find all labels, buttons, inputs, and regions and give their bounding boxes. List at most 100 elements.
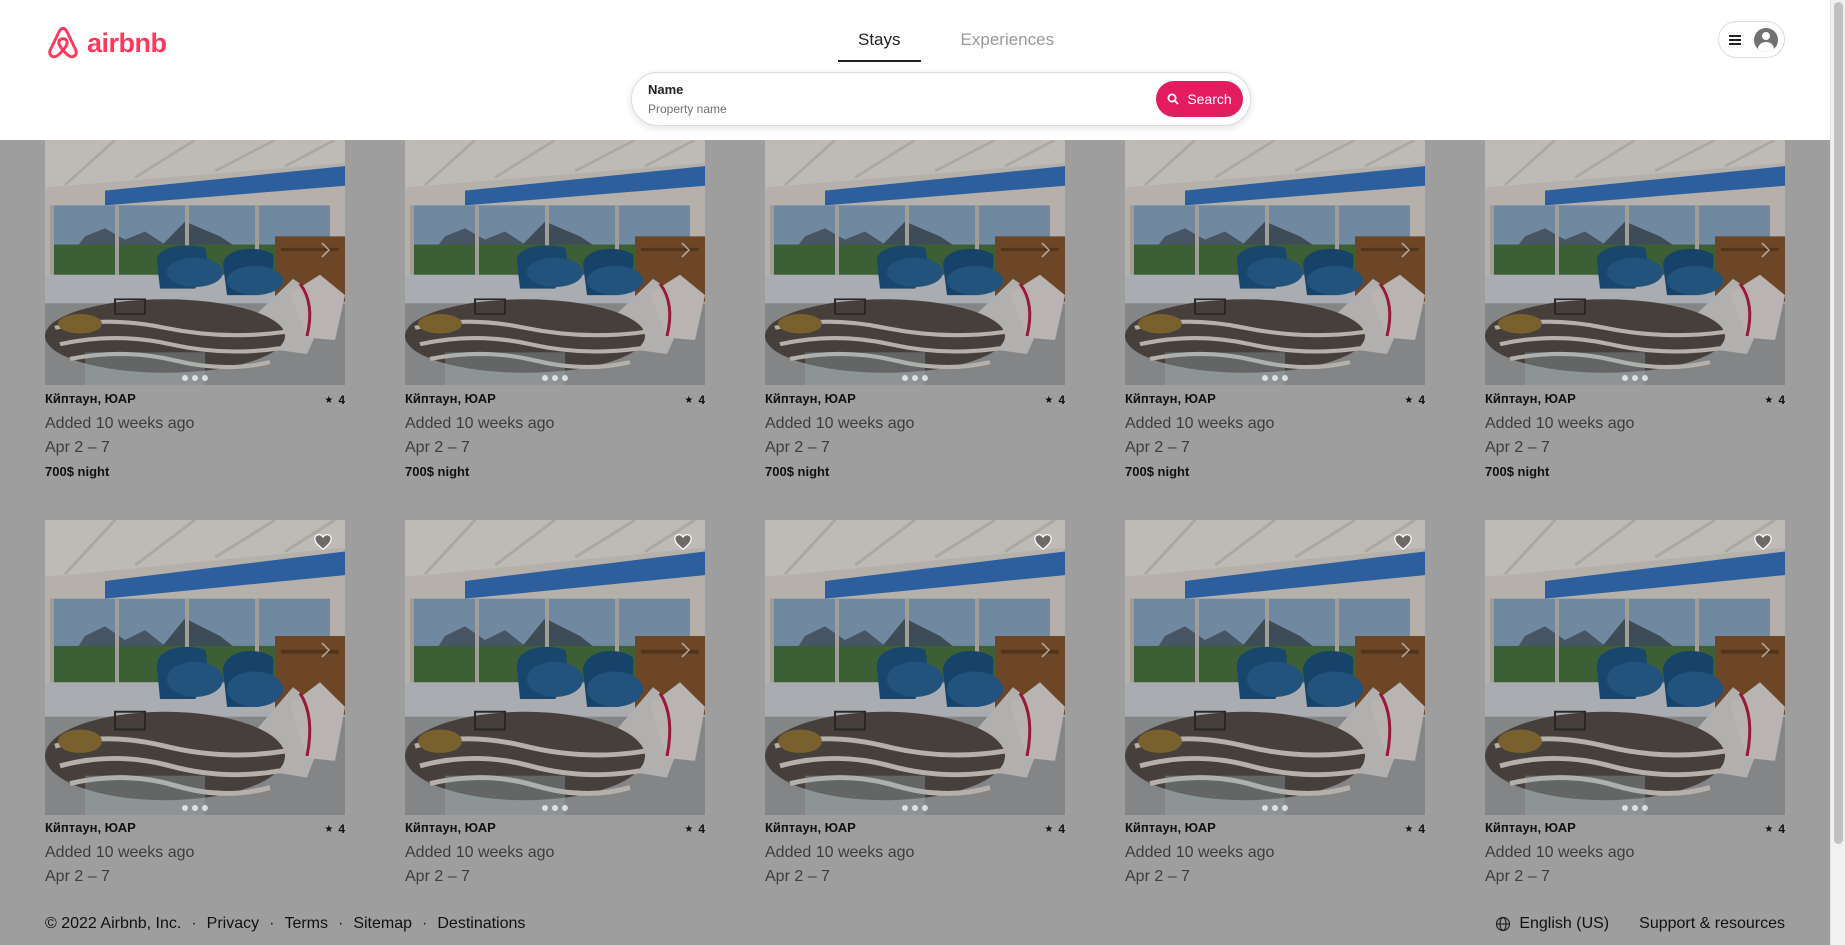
rating-value: 4	[1418, 822, 1425, 836]
listing-card[interactable]: Кйптаун, ЮАР ★ 4 Added 10 weeks ago Apr 2…	[45, 140, 345, 945]
listing-dates: Apr 2 – 7	[405, 868, 470, 885]
user-avatar-icon	[1754, 27, 1778, 52]
footer-link-sitemap[interactable]: Sitemap	[353, 915, 412, 933]
photo-pagination-dots	[1622, 805, 1648, 811]
listing-card[interactable]: Кйптаун, ЮАР ★ 4 Added 10 weeks ago Apr 2…	[1125, 140, 1425, 945]
listing-added: Added 10 weeks ago	[45, 844, 195, 861]
listing-dates: Apr 2 – 7	[765, 868, 830, 885]
chevron-right-icon[interactable]	[673, 638, 697, 662]
listing-photo[interactable]	[45, 520, 345, 815]
rating-value: 4	[698, 822, 705, 836]
listing-photo-image	[765, 520, 1065, 815]
globe-icon	[1496, 916, 1511, 931]
favorite-heart-icon[interactable]	[673, 533, 693, 551]
listing-info: Кйптаун, ЮАР ★ 4 Added 10 weeks ago Apr 2…	[405, 820, 705, 915]
listing-dates: Apr 2 – 7	[1125, 868, 1190, 885]
star-icon: ★	[1044, 823, 1054, 835]
listing-photo-image	[1485, 520, 1785, 815]
rating-value: 4	[1778, 822, 1785, 836]
copyright: © 2022 Airbnb, Inc.	[45, 914, 182, 932]
search-bar: Name Search	[631, 72, 1251, 126]
star-icon: ★	[1764, 823, 1774, 835]
listing-info: Кйптаун, ЮАР ★ 4 Added 10 weeks ago Apr 2…	[1485, 820, 1785, 915]
rating-value: 4	[1058, 822, 1065, 836]
footer-actions: English (US) Support & resources	[1495, 915, 1785, 933]
language-selector[interactable]: English (US)	[1495, 915, 1609, 933]
listing-photo-image	[405, 520, 705, 815]
search-field-label: Name	[648, 82, 684, 97]
airbnb-logo[interactable]: airbnb	[45, 24, 167, 62]
brand-name: airbnb	[87, 27, 167, 58]
listing-dates: Apr 2 – 7	[1485, 868, 1550, 885]
footer-separator: ·	[191, 914, 197, 932]
scrollbar-thumb[interactable]	[1834, 2, 1843, 844]
site-header: airbnb Stays Experiences Name Search	[0, 0, 1830, 140]
chevron-right-icon[interactable]	[1033, 638, 1057, 662]
listing-info: Кйптаун, ЮАР ★ 4 Added 10 weeks ago Apr 2…	[45, 820, 345, 915]
photo-pagination-dots	[542, 805, 568, 811]
search-button-label: Search	[1187, 91, 1232, 107]
listings-grid: Кйптаун, ЮАР ★ 4 Added 10 weeks ago Apr 2…	[0, 140, 1830, 945]
listing-info: Кйптаун, ЮАР ★ 4 Added 10 weeks ago Apr 2…	[1125, 820, 1425, 915]
photo-pagination-dots	[1262, 805, 1288, 811]
listing-photo-image	[1125, 520, 1425, 815]
listing-card[interactable]: Кйптаун, ЮАР ★ 4 Added 10 weeks ago Apr 2…	[405, 140, 705, 945]
user-menu-button[interactable]	[1718, 21, 1785, 58]
language-label: English (US)	[1519, 914, 1610, 932]
listing-location: Кйптаун, ЮАР	[765, 820, 856, 835]
property-name-input[interactable]	[648, 100, 1128, 118]
listing-rating: ★ 4	[324, 822, 345, 836]
listing-photo[interactable]	[765, 520, 1065, 815]
photo-pagination-dots	[902, 805, 928, 811]
listing-rating: ★ 4	[1764, 822, 1785, 836]
tab-stays[interactable]: Stays	[838, 28, 921, 62]
page-scrollbar[interactable]	[1830, 0, 1845, 945]
listing-photo[interactable]	[1125, 520, 1425, 815]
listing-photo[interactable]	[1485, 520, 1785, 815]
footer-links: © 2022 Airbnb, Inc. · Privacy · Terms · …	[45, 915, 525, 933]
footer-link-destinations[interactable]: Destinations	[437, 915, 525, 933]
listing-rating: ★ 4	[684, 822, 705, 836]
star-icon: ★	[684, 823, 694, 835]
site-footer: © 2022 Airbnb, Inc. · Privacy · Terms · …	[0, 902, 1830, 945]
listing-location: Кйптаун, ЮАР	[1125, 820, 1216, 835]
listing-location: Кйптаун, ЮАР	[45, 820, 136, 835]
favorite-heart-icon[interactable]	[1753, 533, 1773, 551]
listing-location: Кйптаун, ЮАР	[1485, 820, 1576, 835]
listing-card[interactable]: Кйптаун, ЮАР ★ 4 Added 10 weeks ago Apr 2…	[1485, 140, 1785, 945]
favorite-heart-icon[interactable]	[313, 533, 333, 551]
photo-pagination-dots	[182, 805, 208, 811]
tab-experiences[interactable]: Experiences	[941, 28, 1075, 62]
listing-photo-image	[45, 520, 345, 815]
rating-value: 4	[338, 822, 345, 836]
footer-separator: ·	[338, 914, 344, 932]
listing-photo[interactable]	[405, 520, 705, 815]
hamburger-icon	[1729, 34, 1741, 45]
search-icon	[1167, 93, 1179, 105]
listing-added: Added 10 weeks ago	[1485, 844, 1635, 861]
support-resources-link[interactable]: Support & resources	[1639, 915, 1785, 933]
search-button[interactable]: Search	[1156, 81, 1243, 117]
favorite-heart-icon[interactable]	[1393, 533, 1413, 551]
airbnb-logo-icon	[48, 26, 78, 59]
listing-info: Кйптаун, ЮАР ★ 4 Added 10 weeks ago Apr 2…	[765, 820, 1065, 915]
footer-separator: ·	[269, 914, 275, 932]
footer-link-privacy[interactable]: Privacy	[207, 915, 259, 933]
listing-added: Added 10 weeks ago	[765, 844, 915, 861]
favorite-heart-icon[interactable]	[1033, 533, 1053, 551]
stay-type-tabs: Stays Experiences	[838, 28, 1074, 62]
listing-added: Added 10 weeks ago	[1125, 844, 1275, 861]
listing-dates: Apr 2 – 7	[45, 868, 110, 885]
chevron-right-icon[interactable]	[313, 638, 337, 662]
star-icon: ★	[324, 823, 334, 835]
footer-link-terms[interactable]: Terms	[284, 915, 328, 933]
chevron-right-icon[interactable]	[1393, 638, 1417, 662]
listing-rating: ★ 4	[1044, 822, 1065, 836]
chevron-right-icon[interactable]	[1753, 638, 1777, 662]
listing-rating: ★ 4	[1404, 822, 1425, 836]
star-icon: ★	[1404, 823, 1414, 835]
listing-added: Added 10 weeks ago	[405, 844, 555, 861]
listing-location: Кйптаун, ЮАР	[405, 820, 496, 835]
footer-separator: ·	[422, 914, 428, 932]
listing-card[interactable]: Кйптаун, ЮАР ★ 4 Added 10 weeks ago Apr 2…	[765, 140, 1065, 945]
